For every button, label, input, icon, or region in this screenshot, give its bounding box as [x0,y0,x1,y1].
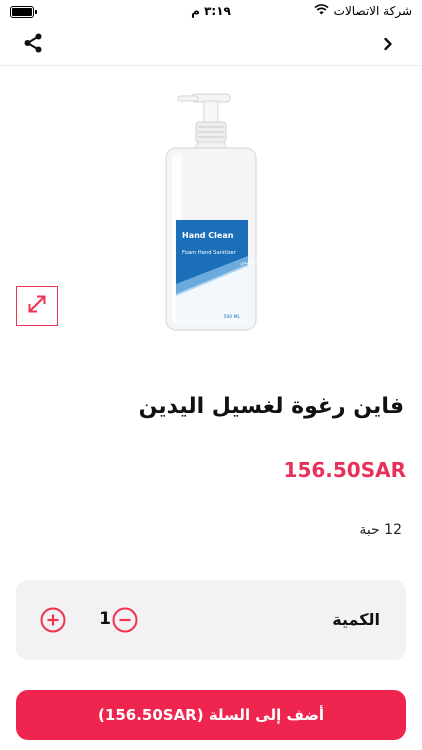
status-bar: شركة الاتصالات ٣:١٩ م [0,0,422,24]
carrier-info: شركة الاتصالات [314,4,412,18]
product-detail-screen: شركة الاتصالات ٣:١٩ م Hand Clean Foam Ha… [0,0,422,750]
add-to-cart-button[interactable]: أضف إلى السلة (156.50SAR) [16,690,406,740]
minus-circle-icon [112,607,138,633]
share-button[interactable] [18,30,48,60]
wifi-icon [314,4,329,18]
quantity-label: الكمية [332,610,380,629]
status-time: ٣:١٩ م [191,4,231,18]
label-product-text: Foam Hand Sanitizer [182,250,237,256]
expand-image-button[interactable] [16,286,58,326]
back-button[interactable] [376,32,400,58]
share-icon [22,32,44,58]
carrier-name: شركة الاتصالات [333,4,412,18]
label-volume-text: 500 ML [224,314,241,320]
quantity-increase-button[interactable] [40,607,66,633]
quantity-card: الكمية 1 [16,580,406,660]
product-image[interactable]: Hand Clean Foam Hand Sanitizer رغوة لتعق… [120,88,302,332]
quantity-decrease-button[interactable] [112,607,138,633]
product-title: فاين رغوة لغسيل اليدين [138,394,404,419]
product-price: 156.50SAR [283,458,406,482]
expand-icon [26,293,48,319]
label-brand-text: Hand Clean [182,231,234,240]
battery-level [12,8,32,16]
navigation-bar [0,24,422,66]
battery-icon [10,6,37,18]
label-arabic-text: رغوة لتعقيم الأيدي [240,259,280,266]
plus-circle-icon [40,607,66,633]
product-unit: 12 حبة [359,522,402,538]
sanitizer-bottle-illustration: Hand Clean Foam Hand Sanitizer رغوة لتعق… [165,93,280,331]
quantity-value: 1 [99,609,111,629]
chevron-right-icon [383,36,393,55]
